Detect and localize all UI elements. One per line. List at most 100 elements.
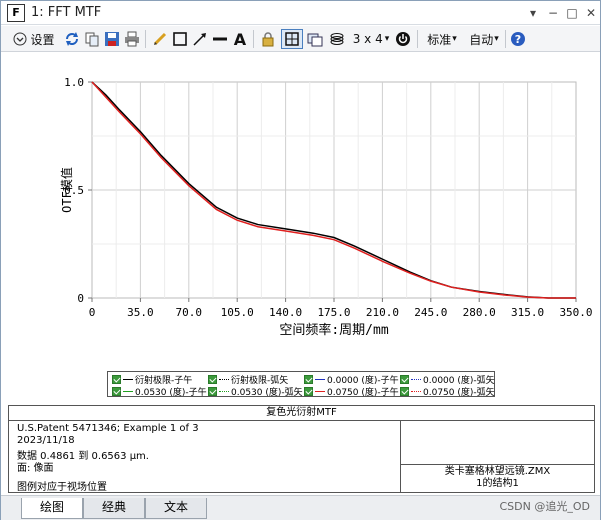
window-title: 1: FFT MTF — [31, 5, 102, 20]
dropdown-icon[interactable]: ▾ — [525, 5, 541, 21]
x-tick-label: 210.0 — [366, 306, 399, 319]
legend-swatch — [411, 390, 421, 392]
x-tick-label: 315.0 — [511, 306, 544, 319]
window-layout-button[interactable] — [306, 29, 324, 49]
legend-item[interactable]: 0.0000 (度)-子午 — [304, 373, 399, 386]
x-tick-label: 0 — [89, 306, 96, 319]
legend-item[interactable]: 衍射极限-子午 — [112, 373, 192, 386]
settings-button[interactable]: 设置 — [9, 29, 59, 49]
mtf-window: F 1: FFT MTF ▾ − □ ✕ 设置 A 3 x 4 ▾ 标准 ▾ 自… — [0, 0, 601, 520]
x-tick-label: 105.0 — [221, 306, 254, 319]
title-bar: F 1: FFT MTF ▾ − □ ✕ — [1, 1, 600, 25]
checkbox-icon[interactable] — [304, 386, 313, 396]
text-button[interactable]: A — [231, 29, 249, 49]
legend-item[interactable]: 衍射极限-弧矢 — [208, 373, 288, 386]
print-button[interactable] — [123, 29, 141, 49]
tab-text[interactable]: 文本 — [145, 498, 207, 519]
help-button[interactable]: ? — [509, 29, 527, 49]
legend-label: 0.0530 (度)-子午 — [135, 387, 207, 398]
info-title: 复色光衍射MTF — [9, 406, 594, 421]
checkbox-icon[interactable] — [208, 374, 217, 384]
lock-icon — [262, 32, 274, 47]
line-button[interactable] — [211, 29, 229, 49]
checkbox-icon[interactable] — [112, 386, 121, 396]
crosshair-button[interactable] — [281, 29, 303, 49]
legend-swatch — [123, 390, 133, 392]
legend-label: 0.0750 (度)-子午 — [327, 387, 399, 398]
x-tick-label: 175.0 — [317, 306, 350, 319]
standard-label: 标准 — [427, 32, 452, 47]
standard-dropdown[interactable]: 标准 ▾ — [423, 29, 461, 49]
checkbox-icon[interactable] — [208, 386, 217, 396]
info-line: 面: 像面 — [17, 463, 54, 474]
svg-text:?: ? — [515, 33, 521, 46]
legend-swatch — [219, 390, 229, 392]
legend-item[interactable]: 0.0000 (度)-弧矢 — [400, 373, 495, 386]
windows-icon — [307, 33, 323, 47]
app-icon: F — [7, 4, 25, 22]
info-file-cell: 类卡塞格林望远镜.ZMX 1的结构1 — [401, 465, 594, 492]
arrow-icon — [193, 33, 206, 46]
power-icon — [396, 32, 410, 46]
tab-classic[interactable]: 经典 — [83, 498, 145, 519]
info-line: 图例对应于视场位置 — [17, 482, 107, 493]
checkbox-icon[interactable] — [112, 374, 121, 384]
lock-button[interactable] — [259, 29, 277, 49]
layout-dropdown[interactable]: 3 x 4 ▾ — [351, 29, 391, 49]
info-panel: 复色光衍射MTF U.S.Patent 5471346; Example 1 o… — [8, 405, 595, 493]
rectangle-icon — [173, 32, 187, 46]
y-axis-label: OTF模值 — [59, 167, 74, 213]
line-icon — [213, 37, 227, 41]
legend-swatch — [411, 378, 421, 380]
info-line: 2023/11/18 — [17, 435, 75, 446]
chevron-down-icon: ▾ — [384, 34, 390, 44]
chevron-down-icon: ▾ — [452, 34, 457, 44]
x-axis-label: 空间频率:周期/mm — [279, 322, 388, 338]
legend-item[interactable]: 0.0750 (度)-弧矢 — [400, 385, 495, 398]
legend-label: 0.0530 (度)-弧矢 — [231, 387, 303, 398]
checkbox-icon[interactable] — [400, 386, 409, 396]
arrow-button[interactable] — [191, 29, 209, 49]
info-blank-cell — [401, 421, 594, 465]
y-tick-label: 1.0 — [64, 76, 84, 89]
toolbar-separator — [145, 30, 146, 48]
x-tick-label: 140.0 — [269, 306, 302, 319]
close-icon[interactable]: ✕ — [583, 5, 599, 21]
save-icon — [105, 32, 119, 46]
refresh-button[interactable] — [63, 29, 81, 49]
legend-item[interactable]: 0.0530 (度)-子午 — [112, 385, 207, 398]
settings-label: 设置 — [30, 32, 55, 47]
minimize-icon[interactable]: − — [545, 5, 561, 21]
config-label: 1的结构1 — [476, 478, 519, 489]
save-button[interactable] — [103, 29, 121, 49]
legend-item[interactable]: 0.0750 (度)-子午 — [304, 385, 399, 398]
maximize-icon[interactable]: □ — [564, 5, 580, 21]
mtf-chart-svg: 0 35.0 70.0 105.0 140.0 175.0 210.0 245.0 280.0 3… — [59, 76, 593, 338]
y-tick-label: 0 — [77, 292, 84, 305]
pencil-button[interactable] — [151, 29, 169, 49]
legend-swatch — [219, 378, 229, 380]
toolbar-separator — [417, 30, 418, 48]
legend-swatch — [315, 390, 325, 392]
legend-item[interactable]: 0.0530 (度)-弧矢 — [208, 385, 303, 398]
tab-plot[interactable]: 绘图 — [21, 498, 83, 519]
watermark: CSDN @追光_OD — [499, 500, 591, 513]
legend-label: 0.0750 (度)-弧矢 — [423, 387, 495, 398]
x-tick-label: 350.0 — [559, 306, 592, 319]
copy-button[interactable] — [83, 29, 101, 49]
mtf-chart: 0 35.0 70.0 105.0 140.0 175.0 210.0 245.0 280.0 3… — [1, 53, 600, 405]
printer-icon — [125, 31, 139, 47]
checkbox-icon[interactable] — [304, 374, 313, 384]
layers-button[interactable] — [328, 29, 346, 49]
layout-label: 3 x 4 — [352, 32, 383, 46]
copy-icon — [85, 32, 99, 47]
rectangle-button[interactable] — [171, 29, 189, 49]
legend: 衍射极限-子午 衍射极限-弧矢 0.0000 (度)-子午 0.0000 (度)-弧矢… — [107, 371, 495, 398]
auto-dropdown[interactable]: 自动 ▾ — [465, 29, 503, 49]
refresh-icon — [66, 32, 78, 46]
x-tick-label: 35.0 — [127, 306, 154, 319]
crosshair-grid-icon — [285, 32, 299, 46]
power-button[interactable] — [394, 29, 412, 49]
checkbox-icon[interactable] — [400, 374, 409, 384]
pencil-icon — [153, 32, 167, 46]
